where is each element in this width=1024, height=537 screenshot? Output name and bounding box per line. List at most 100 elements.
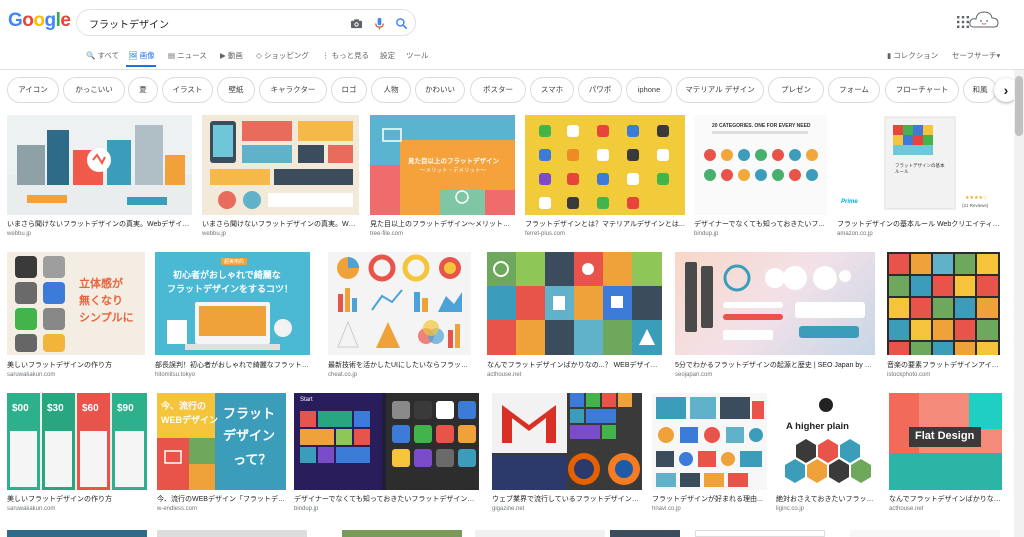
chip[interactable]: 人物 (371, 77, 411, 103)
image-result[interactable]: Start デザイナーでなくても知っておきたいフラットデザインのこ... bin… (294, 393, 479, 523)
result-source[interactable]: hitomitsu.tokyo (155, 372, 195, 378)
next-row-thumbnail[interactable] (475, 530, 605, 537)
image-result[interactable]: 最新技術を活かしたUIにしたいならフラットデ... cheat.co.jp (328, 252, 471, 382)
tab-settings[interactable]: 設定 (380, 50, 395, 61)
image-result[interactable]: $00 $30 $60 $90 美しいフラットデザインの作り方 saruwaka… (7, 393, 147, 523)
result-caption[interactable]: 絶対おさえておきたいフラット... (776, 494, 879, 504)
image-result[interactable]: なんでフラットデザインばかりなの...？ WEBデザインは... acthous… (487, 252, 662, 382)
result-caption[interactable]: 音楽の要素フラットデザインアイコ... (887, 360, 1000, 370)
chip[interactable]: プレゼン (768, 77, 824, 103)
result-source[interactable]: cheat.co.jp (328, 372, 357, 378)
image-result[interactable]: A higher plain 絶対おさえておきたいフラット... liginc.… (776, 393, 879, 523)
account-avatar-icon[interactable] (968, 7, 1000, 33)
result-caption[interactable]: 今、流行のWEBデザイン「フラットデザ... (157, 494, 286, 504)
tab-news[interactable]: ▤ ニュース (168, 50, 207, 61)
tab-shopping[interactable]: ◇ ショッピング (256, 50, 309, 61)
result-source[interactable]: amazon.co.jp (837, 231, 873, 237)
tab-all[interactable]: 🔍 すべて (86, 50, 119, 61)
result-thumbnail[interactable]: 見た目以上のフラットデザイン 〜メリット・デメリット〜 (370, 115, 515, 215)
chip[interactable]: かわいい (415, 77, 465, 103)
result-thumbnail[interactable]: 超実用的 初心者がおしゃれで綺麗な フラットデザインをするコツ！ (155, 252, 310, 355)
chip[interactable]: 夏 (128, 77, 158, 103)
result-source[interactable]: w-endless.com (157, 506, 197, 512)
result-thumbnail[interactable] (492, 393, 642, 490)
image-result[interactable]: 見た目以上のフラットデザイン 〜メリット・デメリット〜 見た目以上のフラットデザ… (370, 115, 515, 242)
next-row-thumbnail[interactable] (157, 530, 307, 537)
chip[interactable]: パワポ (578, 77, 622, 103)
chip[interactable]: 和風 (963, 77, 997, 103)
image-result[interactable]: いまさら聞けないフラットデザインの真実。Web... webbu.jp (202, 115, 359, 242)
scrollbar-track[interactable] (1014, 70, 1024, 537)
result-caption[interactable]: フラットデザインが好まれる理由... (652, 494, 767, 504)
result-thumbnail[interactable]: 今、流行の WEBデザイン フラット デザイン って？ (157, 393, 286, 490)
result-caption[interactable]: フラットデザインとは？マテリアルデザインとは... (525, 219, 685, 229)
result-caption[interactable]: いまさら聞けないフラットデザインの真実。Webデザインは... (7, 219, 192, 229)
result-caption[interactable]: デザイナーでなくても知っておきたいフ... (694, 219, 827, 229)
result-caption[interactable]: 部長誤判！初心者がおしゃれで綺麗なフラットデ... (155, 360, 310, 370)
tab-videos[interactable]: ▶ 動画 (220, 50, 243, 61)
result-source[interactable]: hnavi.co.jp (652, 506, 681, 512)
result-thumbnail[interactable] (202, 115, 359, 215)
result-thumbnail[interactable]: $00 $30 $60 $90 (7, 393, 147, 490)
safesearch-dropdown[interactable]: セーフサーチ▾ (952, 50, 1000, 61)
result-thumbnail[interactable] (887, 252, 1000, 355)
result-caption[interactable]: なんでフラットデザインばかりなの...？ WEBデザインは... (487, 360, 662, 370)
result-source[interactable]: saruwakakun.com (7, 372, 55, 378)
image-result[interactable]: 5分でわかるフラットデザインの起源と歴史 | SEO Japan by アイ..… (675, 252, 875, 382)
result-thumbnail[interactable] (652, 393, 767, 490)
result-source[interactable]: gigazine.net (492, 506, 524, 512)
search-icon[interactable] (395, 17, 408, 30)
result-thumbnail[interactable]: 立体感が 無くなり シンプルに (7, 252, 145, 355)
chip[interactable]: キャラクター (259, 77, 327, 103)
image-result[interactable]: いまさら聞けないフラットデザインの真実。Webデザインは... webbu.jp (7, 115, 192, 242)
result-caption[interactable]: フラットデザインの基本ルール Webクリエイティブ&... (837, 219, 1002, 229)
result-thumbnail[interactable] (328, 252, 471, 355)
image-result[interactable]: 超実用的 初心者がおしゃれで綺麗な フラットデザインをするコツ！ 部長誤判！初心… (155, 252, 310, 382)
scrollbar-thumb[interactable] (1015, 76, 1023, 136)
result-thumbnail[interactable] (525, 115, 685, 215)
image-result[interactable]: 今、流行の WEBデザイン フラット デザイン って？ 今、流行のWEBデザイン… (157, 393, 286, 523)
camera-icon[interactable] (350, 17, 363, 30)
result-caption[interactable]: 5分でわかるフラットデザインの起源と歴史 | SEO Japan by アイ..… (675, 360, 875, 370)
result-source[interactable]: liginc.co.jp (776, 506, 804, 512)
chip[interactable]: ロゴ (331, 77, 367, 103)
chip[interactable]: iphone (626, 77, 672, 103)
result-source[interactable]: seojapan.com (675, 372, 712, 378)
next-row-thumbnail[interactable] (850, 530, 1000, 537)
result-thumbnail[interactable]: Flat Design (889, 393, 1002, 490)
image-result[interactable]: フラットデザインとは？マテリアルデザインとは... ferret-plus.co… (525, 115, 685, 242)
next-row-thumbnail[interactable] (342, 530, 462, 537)
microphone-icon[interactable] (373, 17, 386, 30)
chip[interactable]: アイコン (7, 77, 59, 103)
result-caption[interactable]: ウェブ業界で流行しているフラットデザインの... (492, 494, 642, 504)
tab-tools[interactable]: ツール (406, 50, 429, 61)
image-result[interactable]: ウェブ業界で流行しているフラットデザインの... gigazine.net (492, 393, 642, 523)
chip[interactable]: スマホ (530, 77, 574, 103)
collections-link[interactable]: ▮ コレクション (887, 50, 938, 61)
next-row-thumbnail[interactable] (610, 530, 680, 537)
chip[interactable]: ポスター (470, 77, 526, 103)
result-thumbnail[interactable]: ★★★★☆ Prime (21 Reviews) フラットデザインの基本ルール (837, 115, 1002, 215)
tab-more[interactable]: ⋮ もっと見る (322, 50, 369, 61)
result-caption[interactable]: 最新技術を活かしたUIにしたいならフラットデ... (328, 360, 471, 370)
result-source[interactable]: acthouse.net (487, 372, 521, 378)
result-caption[interactable]: なんでフラットデザインばかりなんな... (889, 494, 1002, 504)
result-source[interactable]: ferret-plus.com (525, 231, 565, 237)
result-source[interactable]: webbu.jp (202, 231, 226, 237)
google-logo[interactable]: Google (8, 10, 71, 32)
next-row-thumbnail[interactable] (695, 530, 825, 537)
result-caption[interactable]: 美しいフラットデザインの作り方 (7, 360, 145, 370)
result-source[interactable]: webbu.jp (7, 231, 31, 237)
result-source[interactable]: bindup.jp (294, 506, 318, 512)
image-result[interactable]: Flat Design なんでフラットデザインばかりなんな... acthous… (889, 393, 1002, 523)
image-result[interactable]: 20 CATEGORIES. ONE FOR EVERY NEED デザイナーで… (694, 115, 827, 242)
result-thumbnail[interactable] (675, 252, 875, 355)
result-thumbnail[interactable] (487, 252, 662, 355)
search-query[interactable]: フラットデザイン (89, 16, 169, 31)
chip[interactable]: かっこいい (63, 77, 125, 103)
result-caption[interactable]: 美しいフラットデザインの作り方 (7, 494, 147, 504)
result-thumbnail[interactable] (7, 115, 192, 215)
result-caption[interactable]: デザイナーでなくても知っておきたいフラットデザインのこ... (294, 494, 479, 504)
result-thumbnail[interactable]: Start (294, 393, 479, 490)
chip[interactable]: 壁紙 (217, 77, 255, 103)
